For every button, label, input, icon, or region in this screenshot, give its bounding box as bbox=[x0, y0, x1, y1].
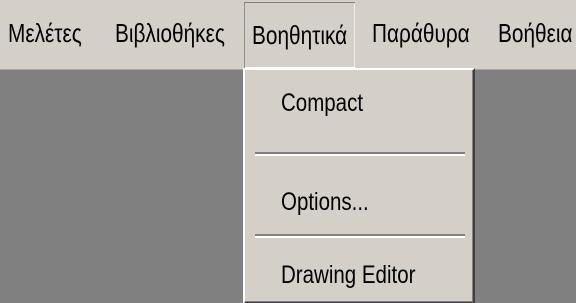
menu-option-drawing-editor[interactable]: Drawing Editor bbox=[281, 260, 415, 290]
menu-item-voithitika[interactable]: Βοηθητικά bbox=[244, 2, 356, 68]
voithitika-dropdown-menu: Compact Options... Drawing Editor bbox=[243, 68, 475, 303]
menu-item-vivliothikes[interactable]: Βιβλιοθήκες bbox=[115, 0, 225, 68]
menu-option-options[interactable]: Options... bbox=[281, 187, 369, 217]
application-window: Μελέτες Βιβλιοθήκες Βοηθητικά Παράθυρα Β… bbox=[0, 0, 576, 303]
menu-item-parathyra[interactable]: Παράθυρα bbox=[372, 0, 470, 68]
menu-item-meletes[interactable]: Μελέτες bbox=[8, 0, 82, 68]
menu-separator bbox=[255, 234, 465, 238]
menu-separator bbox=[255, 152, 465, 156]
menu-bar: Μελέτες Βιβλιοθήκες Βοηθητικά Παράθυρα Β… bbox=[0, 0, 576, 70]
menu-option-compact[interactable]: Compact bbox=[281, 88, 363, 118]
menu-item-voitheia[interactable]: Βοήθεια bbox=[498, 0, 573, 68]
